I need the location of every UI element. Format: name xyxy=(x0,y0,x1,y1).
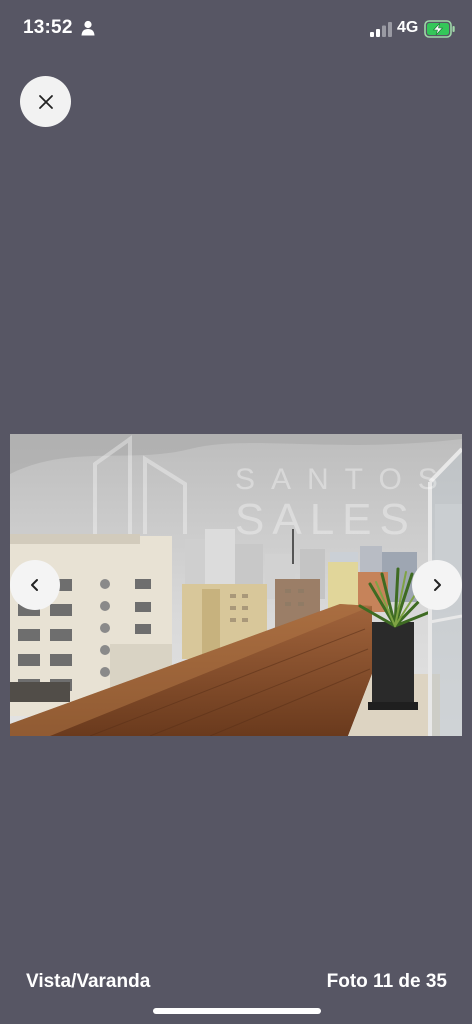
gallery-photo[interactable]: SANTOS SALES xyxy=(10,434,462,736)
signal-icon xyxy=(370,22,392,37)
photo-caption: Vista/Varanda xyxy=(26,971,151,992)
previous-photo-button[interactable] xyxy=(10,560,60,610)
svg-text:SALES: SALES xyxy=(235,495,417,544)
next-photo-button[interactable] xyxy=(412,560,462,610)
chevron-right-icon xyxy=(434,579,441,591)
person-icon xyxy=(81,20,95,36)
close-icon xyxy=(38,94,53,109)
network-label: 4G xyxy=(397,19,419,36)
status-bar: 13:52 4G xyxy=(0,0,472,58)
svg-text:SANTOS: SANTOS xyxy=(235,463,454,496)
chevron-left-icon xyxy=(31,579,38,591)
photo-balcony-view: SANTOS SALES xyxy=(10,434,462,736)
photo-counter: Foto 11 de 35 xyxy=(326,971,447,992)
battery-charging-icon xyxy=(424,20,455,38)
close-button[interactable] xyxy=(20,76,71,127)
status-time: 13:52 xyxy=(23,17,73,38)
home-indicator[interactable] xyxy=(153,1008,321,1014)
